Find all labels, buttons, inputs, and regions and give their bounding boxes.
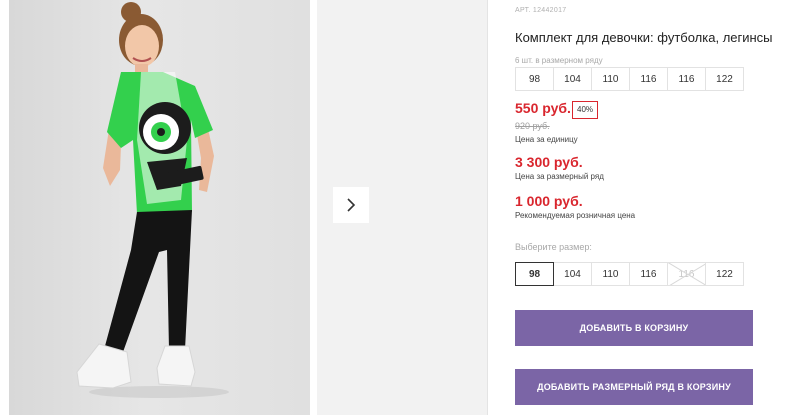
size-option-122[interactable]: 122 bbox=[705, 262, 744, 286]
old-price: 920 руб. bbox=[515, 121, 550, 131]
size-option-98[interactable]: 98 bbox=[515, 262, 554, 286]
discount-badge: 40% bbox=[572, 101, 599, 119]
choose-size-label: Выберите размер: bbox=[515, 242, 592, 252]
size-range-price: 3 300 руб. bbox=[515, 154, 583, 170]
size-range-note: 6 шт. в размерном ряду bbox=[515, 56, 603, 65]
size-range-cell: 116 bbox=[667, 67, 706, 91]
add-to-cart-button[interactable]: ДОБАВИТЬ В КОРЗИНУ bbox=[515, 310, 753, 346]
product-title: Комплект для девочки: футболка, легинсы bbox=[515, 30, 773, 45]
chevron-right-icon bbox=[347, 198, 356, 212]
product-info-panel: АРТ. 12442017 Комплект для девочки: футб… bbox=[515, 0, 800, 415]
unit-price-label: Цена за единицу bbox=[515, 135, 578, 144]
gallery-next-button[interactable] bbox=[333, 187, 369, 223]
size-option-104[interactable]: 104 bbox=[553, 262, 592, 286]
girl-photo-illustration bbox=[76, 2, 229, 398]
size-option-110[interactable]: 110 bbox=[591, 262, 630, 286]
size-option-116-unavailable: 116 bbox=[667, 262, 706, 286]
size-range-cell: 122 bbox=[705, 67, 744, 91]
size-option-116[interactable]: 116 bbox=[629, 262, 668, 286]
product-sku: АРТ. 12442017 bbox=[515, 7, 567, 14]
size-range-cell: 110 bbox=[591, 67, 630, 91]
size-range-cell: 116 bbox=[629, 67, 668, 91]
add-size-range-to-cart-button[interactable]: ДОБАВИТЬ РАЗМЕРНЫЙ РЯД В КОРЗИНУ bbox=[515, 369, 753, 405]
unit-price: 550 руб. bbox=[515, 100, 571, 116]
size-range-cell: 104 bbox=[553, 67, 592, 91]
retail-price: 1 000 руб. bbox=[515, 193, 583, 209]
product-photo[interactable] bbox=[9, 0, 310, 415]
product-gallery bbox=[9, 0, 488, 415]
size-range-price-label: Цена за размерный ряд bbox=[515, 172, 604, 181]
size-selector: 98 104 110 116 116 122 bbox=[515, 262, 744, 286]
retail-price-label: Рекомендуемая розничная цена bbox=[515, 211, 636, 220]
size-range-grid: 98 104 110 116 116 122 bbox=[515, 67, 744, 91]
size-range-cell: 98 bbox=[515, 67, 554, 91]
